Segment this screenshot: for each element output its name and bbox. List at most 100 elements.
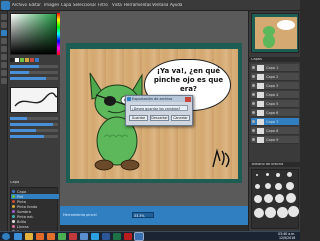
- app-icon[interactable]: [69, 233, 77, 240]
- brush-size-option[interactable]: [255, 184, 260, 189]
- brush-size-option[interactable]: [264, 194, 273, 203]
- menu-filter[interactable]: Filtro: [98, 3, 108, 7]
- brush-size-option[interactable]: [265, 183, 271, 189]
- brush-hardness-slider[interactable]: [10, 135, 58, 138]
- paint-icon[interactable]: [80, 233, 88, 240]
- taskbar: 03:40 a.m. 12/9/2016: [0, 231, 300, 241]
- eyedropper-tool-icon[interactable]: [1, 62, 7, 68]
- layer-row[interactable]: Capa 6: [251, 109, 299, 117]
- eye-icon[interactable]: [252, 111, 255, 114]
- status-text: Herramienta pincel: [63, 213, 97, 217]
- eye-icon[interactable]: [252, 84, 255, 87]
- brush-size-option[interactable]: [286, 182, 294, 190]
- system-clock[interactable]: 03:40 a.m. 12/9/2016: [278, 232, 295, 240]
- layer-row[interactable]: Capa 2: [251, 73, 299, 81]
- brightness-slider[interactable]: [10, 77, 58, 80]
- menu-window[interactable]: Ventana: [152, 3, 168, 7]
- eye-icon[interactable]: [252, 102, 255, 105]
- menu-tools[interactable]: Herramientas: [124, 3, 151, 7]
- saturation-slider[interactable]: [10, 71, 58, 74]
- layer-row[interactable]: Capa 9: [251, 136, 299, 144]
- fill-tool-icon[interactable]: [1, 46, 7, 52]
- menu-layer[interactable]: Capa: [61, 3, 71, 7]
- layer-row[interactable]: Capa 4: [251, 91, 299, 99]
- dialog-app-icon: [127, 97, 131, 101]
- excel-icon[interactable]: [113, 233, 121, 240]
- eye-icon[interactable]: [252, 75, 255, 78]
- layer-row-selected[interactable]: Capa 7: [251, 118, 299, 126]
- brush-size-option[interactable]: [288, 206, 299, 217]
- brush-size-option[interactable]: [275, 194, 284, 203]
- eye-icon[interactable]: [252, 66, 255, 69]
- dialog-titlebar: Exportación de archivo: [126, 96, 192, 102]
- menu-image[interactable]: Imagen: [44, 3, 59, 7]
- menu-bar: Archivo Editar Imagen Capa Seleccionar F…: [0, 0, 300, 11]
- navigator-preview[interactable]: [251, 13, 299, 53]
- brush-density-slider[interactable]: [10, 129, 58, 132]
- layer-row[interactable]: Capa 1: [251, 64, 299, 72]
- brush-size-grid: [251, 169, 299, 229]
- menu-view[interactable]: Vista: [112, 3, 122, 7]
- zoom-field[interactable]: 33.3%: [132, 212, 154, 218]
- secondary-color-swatch[interactable]: [15, 58, 19, 62]
- eye-icon[interactable]: [252, 129, 255, 132]
- folder-icon[interactable]: [25, 233, 33, 240]
- zoom-tool-icon[interactable]: [1, 70, 7, 76]
- skype-icon[interactable]: [91, 233, 99, 240]
- color-swatch[interactable]: [35, 58, 39, 62]
- eye-icon[interactable]: [252, 120, 255, 123]
- layer-row[interactable]: Capa 5: [251, 100, 299, 108]
- layers-panel-title: Capa: [10, 181, 20, 184]
- brush-size-option[interactable]: [275, 183, 282, 190]
- color-swatch[interactable]: [30, 58, 34, 62]
- brush-size-option[interactable]: [254, 195, 262, 203]
- start-icon[interactable]: [2, 233, 10, 240]
- firefox-icon[interactable]: [47, 233, 55, 240]
- brush-size-option[interactable]: [265, 207, 276, 218]
- color-picker[interactable]: [10, 13, 57, 55]
- select-tool-icon[interactable]: [1, 22, 7, 28]
- left-panel: Capa Capa Piel Pinta Pinta fondo Sombra …: [8, 11, 60, 241]
- cancel-button[interactable]: Cancelar: [171, 115, 190, 121]
- close-icon[interactable]: [185, 96, 191, 102]
- layer-row[interactable]: Capa 3: [251, 82, 299, 90]
- primary-color-swatch[interactable]: [10, 58, 14, 62]
- right-panel: Capas Capa 1 Capa 2 Capa 3 Capa 4 Capa 5…: [248, 11, 301, 231]
- eye-icon[interactable]: [252, 93, 255, 96]
- layer-thumbnail: [257, 92, 264, 98]
- media-icon[interactable]: [36, 233, 44, 240]
- brush-size-slider[interactable]: [10, 117, 58, 120]
- move-tool-icon[interactable]: [1, 14, 7, 20]
- text-tool-icon[interactable]: [1, 54, 7, 60]
- color-swatch[interactable]: [20, 58, 24, 62]
- eye-icon[interactable]: [252, 138, 255, 141]
- eraser-tool-icon[interactable]: [1, 38, 7, 44]
- brush-size-option[interactable]: [256, 174, 258, 176]
- hand-tool-icon[interactable]: [1, 78, 7, 84]
- brush-size-option[interactable]: [254, 208, 264, 218]
- brush-size-option[interactable]: [266, 173, 269, 176]
- brush-size-option[interactable]: [287, 172, 292, 177]
- menu-help[interactable]: Ayuda: [170, 3, 182, 7]
- save-button[interactable]: Guardar: [129, 115, 148, 121]
- layers-panel-header: Capas: [249, 57, 301, 62]
- discard-button[interactable]: Descartar: [150, 115, 169, 121]
- layer-row[interactable]: Capa 8: [251, 127, 299, 135]
- color-swatch[interactable]: [25, 58, 29, 62]
- chrome-icon[interactable]: [58, 233, 66, 240]
- ie-icon[interactable]: [14, 233, 22, 240]
- hue-value-slider[interactable]: [10, 65, 58, 68]
- acrobat-icon[interactable]: [124, 233, 132, 240]
- paint-tool-icon[interactable]: [134, 232, 144, 241]
- brush-tool-icon[interactable]: [1, 30, 7, 36]
- word-icon[interactable]: [102, 233, 110, 240]
- brush-size-option[interactable]: [276, 173, 280, 177]
- menu-select[interactable]: Seleccionar: [73, 3, 96, 7]
- menu-edit[interactable]: Editar: [29, 3, 41, 7]
- menu-file[interactable]: Archivo: [12, 3, 27, 7]
- brush-size-option[interactable]: [277, 207, 288, 218]
- brush-preview: [10, 87, 58, 113]
- status-bar: Herramienta pincel 33.3%: [60, 206, 248, 225]
- brush-size-option[interactable]: [286, 193, 296, 203]
- brush-opacity-slider[interactable]: [10, 123, 58, 126]
